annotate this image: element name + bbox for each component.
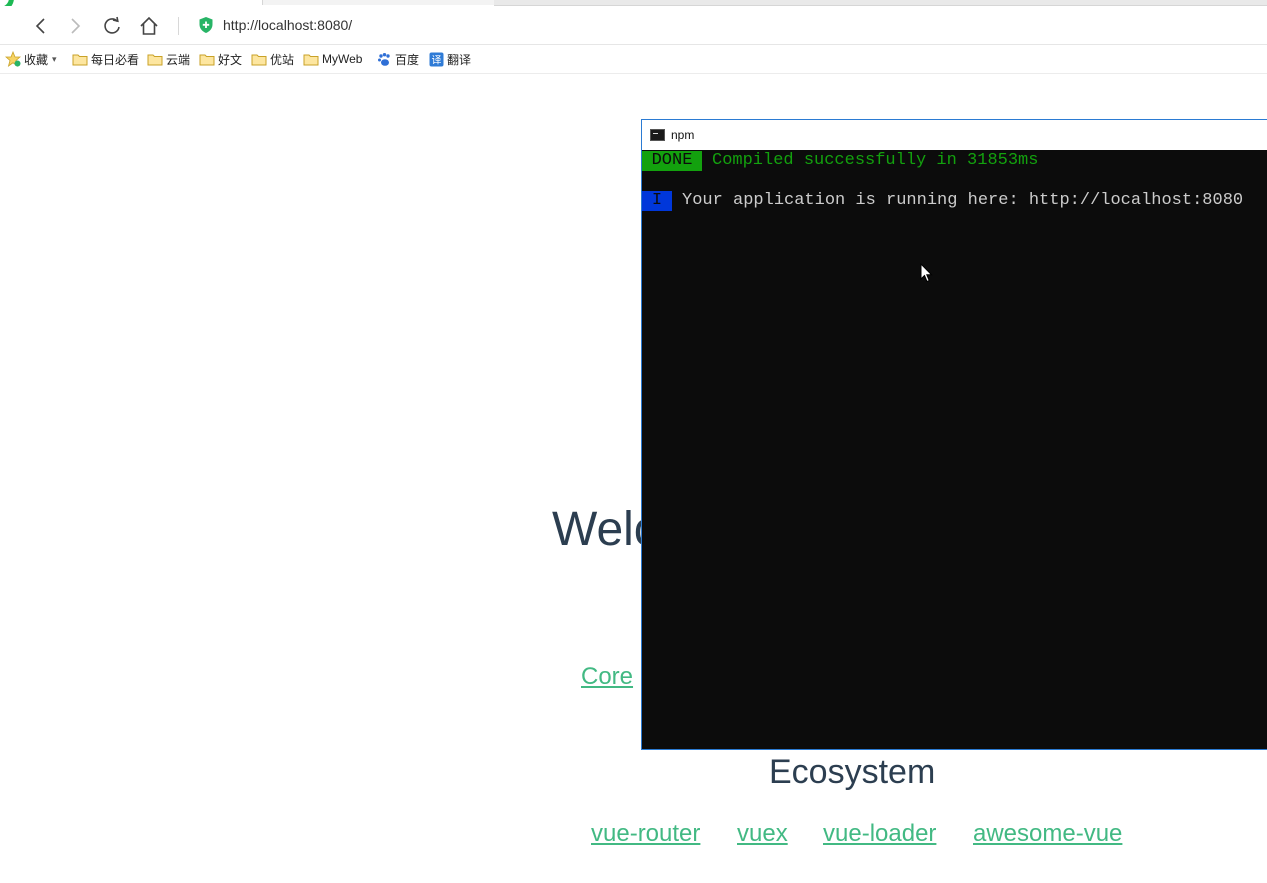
- reload-button[interactable]: [100, 14, 124, 38]
- console-titlebar[interactable]: npm: [642, 120, 1267, 150]
- console-title: npm: [671, 128, 695, 142]
- svg-text:译: 译: [432, 54, 442, 66]
- security-shield-icon[interactable]: [198, 16, 214, 34]
- back-arrow-icon: [35, 18, 45, 34]
- bookmark-label: 好文: [218, 52, 243, 67]
- console-line-done: DONE Compiled successfully in 31853ms: [642, 151, 1267, 171]
- star-icon: [5, 51, 21, 67]
- info-badge: I: [642, 191, 672, 211]
- info-message: Your application is running here: http:/…: [682, 191, 1244, 210]
- bookmark-folder[interactable]: 每日必看: [72, 51, 139, 67]
- bookmark-baidu[interactable]: 百度: [377, 51, 419, 67]
- bookmark-label: 百度: [395, 52, 420, 67]
- command-prompt-icon: [650, 129, 665, 141]
- bookmarks-bar: 收藏 ▾ 每日必看 云端 好文 优站 MyWeb 百度 译 翻译: [0, 45, 1267, 74]
- bookmark-label: 优站: [270, 52, 295, 67]
- forward-button[interactable]: [63, 14, 87, 38]
- folder-icon: [251, 52, 267, 66]
- reload-icon: [104, 16, 120, 34]
- bookmark-label: 翻译: [447, 52, 472, 67]
- done-badge: DONE: [642, 151, 702, 171]
- done-message: Compiled successfully in 31853ms: [712, 151, 1039, 170]
- npm-console-window[interactable]: npm DONE Compiled successfully in 31853m…: [641, 119, 1267, 750]
- vuex-link[interactable]: vuex: [737, 820, 788, 848]
- vue-loader-link[interactable]: vue-loader: [823, 820, 936, 848]
- folder-icon: [303, 52, 319, 66]
- folder-icon: [147, 52, 163, 66]
- browser-tab[interactable]: [262, 0, 495, 5]
- bookmark-folder[interactable]: 优站: [251, 51, 294, 67]
- bookmark-label: 每日必看: [91, 52, 140, 67]
- bookmark-folder[interactable]: MyWeb: [303, 51, 362, 67]
- bookmark-folder[interactable]: 云端: [147, 51, 190, 67]
- bookmark-folder[interactable]: 好文: [199, 51, 242, 67]
- baidu-paw-icon: [377, 52, 392, 67]
- bookmark-label: 云端: [166, 52, 191, 67]
- console-output[interactable]: DONE Compiled successfully in 31853ms I …: [642, 150, 1267, 750]
- folder-icon: [199, 52, 215, 66]
- core-docs-link[interactable]: Core: [581, 663, 633, 691]
- console-line-info: I Your application is running here: http…: [642, 191, 1267, 211]
- ecosystem-heading: Ecosystem: [769, 753, 936, 791]
- vue-router-link[interactable]: vue-router: [591, 820, 700, 848]
- toolbar-divider: [178, 17, 179, 35]
- folder-icon: [72, 52, 88, 66]
- mouse-pointer-icon: [920, 263, 933, 283]
- navigation-bar: http://localhost:8080/: [0, 6, 1267, 45]
- back-button[interactable]: [29, 14, 53, 38]
- home-icon: [140, 16, 158, 35]
- bookmark-label: MyWeb: [322, 52, 363, 66]
- translate-icon: 译: [429, 52, 444, 67]
- chevron-down-icon: ▾: [52, 53, 57, 64]
- bookmark-label: 收藏: [24, 52, 49, 67]
- address-bar[interactable]: http://localhost:8080/: [223, 17, 352, 33]
- awesome-vue-link[interactable]: awesome-vue: [973, 820, 1122, 848]
- bookmark-favorites[interactable]: 收藏 ▾: [5, 51, 57, 67]
- bookmark-translate[interactable]: 译 翻译: [429, 51, 471, 67]
- forward-arrow-icon: [71, 18, 81, 34]
- home-button[interactable]: [137, 14, 161, 38]
